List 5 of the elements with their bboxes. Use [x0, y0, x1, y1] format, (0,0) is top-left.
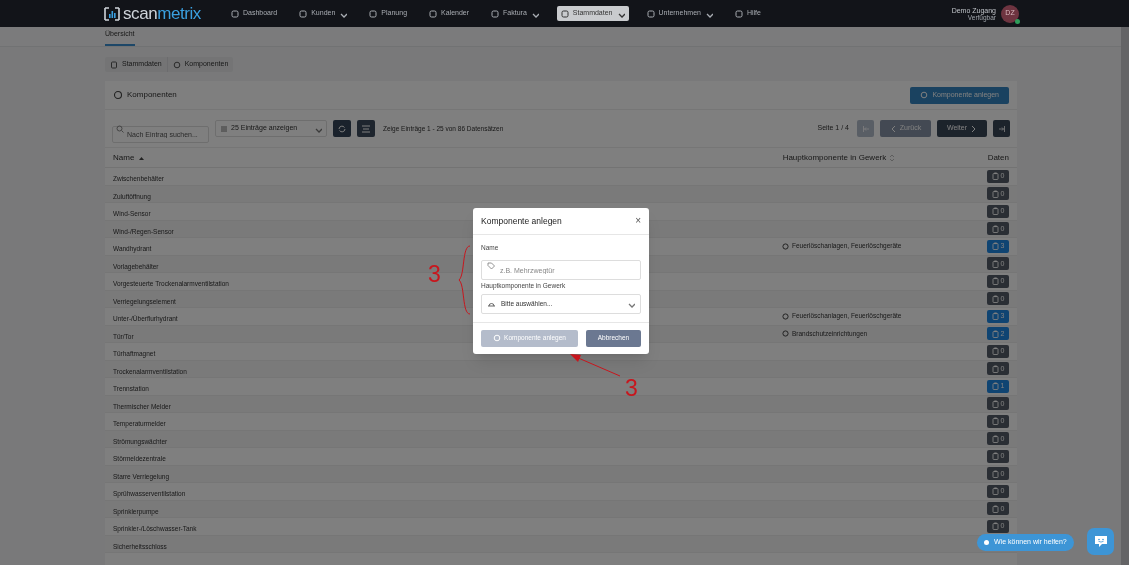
dialog-title: Komponente anlegen	[481, 214, 563, 228]
column-header: Daten	[987, 151, 1009, 164]
logo: scanmetrix	[123, 5, 201, 22]
annotation-number: 3	[428, 263, 441, 286]
card-title: Komponenten	[127, 89, 177, 101]
